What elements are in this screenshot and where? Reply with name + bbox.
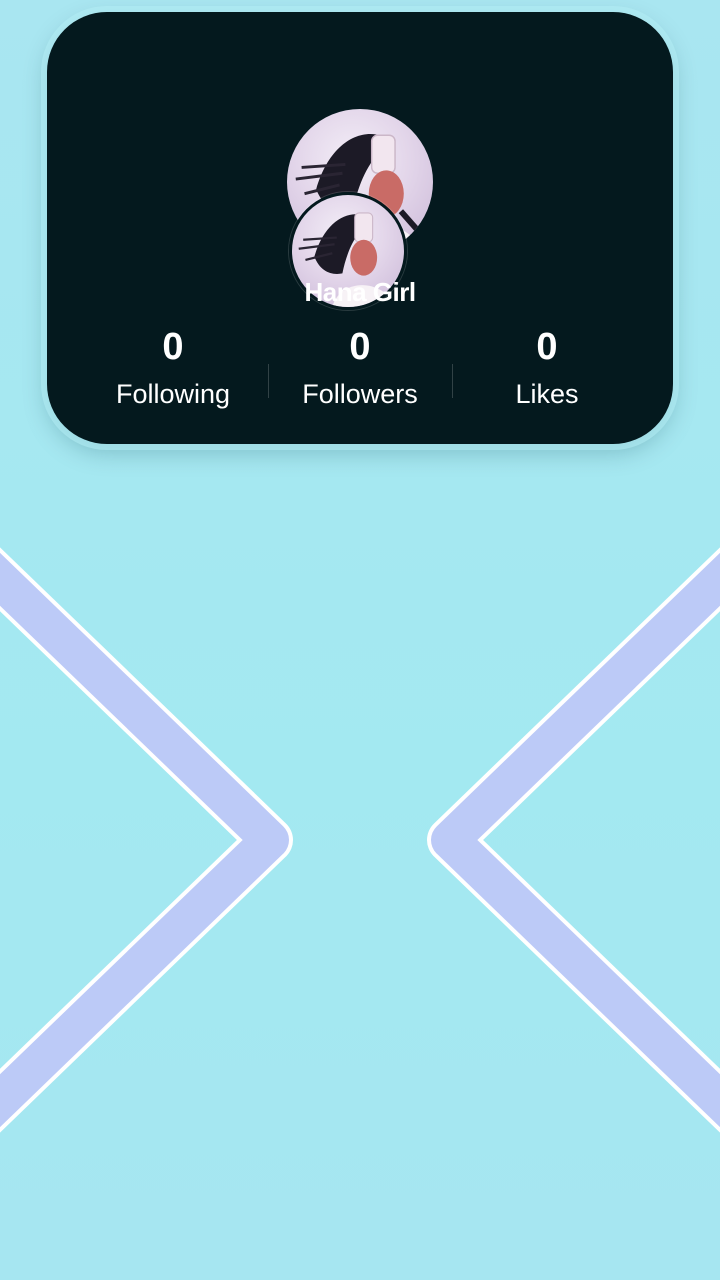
stat-following-count: 0 (162, 326, 184, 368)
stat-likes-label: Likes (515, 379, 579, 409)
stat-followers[interactable]: 0 Followers (260, 322, 460, 416)
stat-likes-count: 0 (536, 326, 558, 368)
profile-card: Hana Girl 0 Following 0 Followers 0 Like… (47, 12, 673, 444)
profile-stats: 0 Following 0 Followers 0 Likes (47, 322, 673, 422)
stat-followers-label: Followers (302, 379, 418, 409)
stat-followers-count: 0 (349, 326, 371, 368)
profile-username: Hana Girl (304, 277, 416, 307)
left-chevron-shape (0, 547, 293, 1133)
stat-likes[interactable]: 0 Likes (447, 322, 647, 416)
stat-following[interactable]: 0 Following (73, 322, 273, 416)
right-chevron-shape (427, 547, 720, 1133)
background-chevron-decoration (0, 547, 720, 1133)
stat-following-label: Following (115, 379, 231, 409)
